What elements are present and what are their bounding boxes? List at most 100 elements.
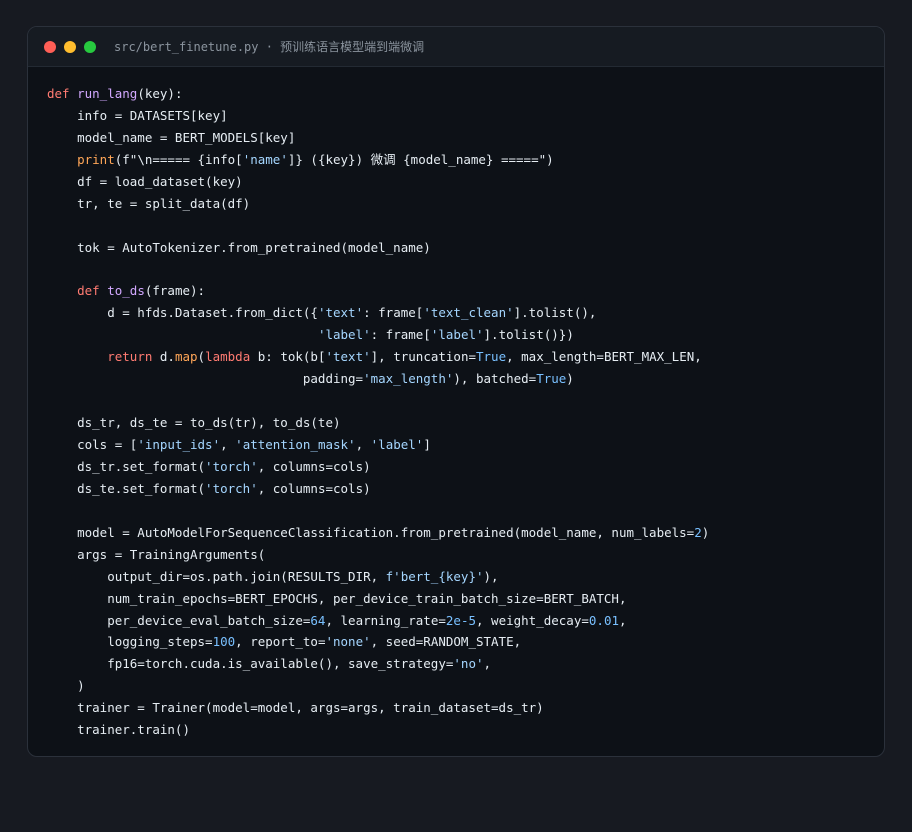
code-token: 'no'	[453, 656, 484, 672]
code-token: 'text'	[325, 349, 371, 365]
code-token: tok = AutoTokenizer.from_pretrained(mode…	[47, 239, 431, 255]
code-line: df = load_dataset(key)	[47, 171, 709, 193]
code-token: : frame[	[363, 305, 424, 321]
code-token: to_ds	[107, 283, 145, 299]
code-token: 0.01	[588, 612, 619, 628]
code-token: trainer.train()	[47, 722, 190, 738]
code-token: print	[77, 151, 115, 167]
code-token: def	[47, 86, 70, 101]
code-token: padding=	[47, 371, 364, 387]
code-line: ds_tr, ds_te = to_ds(tr), to_ds(te)	[47, 412, 709, 434]
code-line: return d.map(lambda b: tok(b['text'], tr…	[47, 346, 709, 368]
code-token: trainer = Trainer(model=model, args=args…	[47, 700, 544, 716]
code-line: args = TrainingArguments(	[47, 544, 709, 566]
window-controls	[44, 40, 96, 53]
code-token: True	[476, 349, 507, 365]
code-token: 'name'	[242, 151, 288, 167]
code-token: , columns=cols)	[257, 458, 371, 474]
code-line: num_train_epochs=BERT_EPOCHS, per_device…	[47, 588, 709, 610]
code-token: , report_to=	[235, 634, 326, 650]
code-window: src/bert_finetune.py · 预训练语言模型端到端微调 def …	[27, 26, 885, 757]
code-line: tr, te = split_data(df)	[47, 193, 709, 215]
code-line: def to_ds(frame):	[47, 280, 709, 302]
code-token: d = hfds.Dataset.from_dict({	[47, 305, 318, 321]
code-token: 2	[694, 524, 702, 540]
code-token: (	[197, 349, 206, 365]
code-token: (f"\n===== {info[	[114, 151, 243, 167]
code-token: d.	[152, 349, 175, 365]
code-token: ds_tr, ds_te = to_ds(tr), to_ds(te)	[47, 415, 341, 431]
code-token: return	[107, 349, 153, 365]
code-token: ),	[483, 568, 499, 584]
code-token: 'max_length'	[363, 371, 454, 387]
code-token: 'input_ids'	[137, 437, 221, 452]
code-line: model = AutoModelForSequenceClassificati…	[47, 522, 709, 544]
close-icon[interactable]	[44, 40, 56, 53]
code-token: ds_te.set_format(	[47, 480, 206, 496]
minimize-icon[interactable]	[64, 40, 76, 53]
code-token: , seed=RANDOM_STATE,	[370, 634, 522, 650]
code-token: ds_tr.set_format(	[47, 458, 206, 474]
code-line: fp16=torch.cuda.is_available(), save_str…	[47, 653, 709, 675]
code-token: 100	[212, 634, 236, 650]
code-token: 'text_clean'	[423, 305, 514, 321]
code-token: map	[174, 349, 198, 365]
code-token: 'attention_mask'	[235, 437, 356, 452]
code-token: args = TrainingArguments(	[47, 546, 266, 562]
code-token: ], truncation=	[370, 349, 476, 365]
code-token: logging_steps=	[47, 634, 213, 650]
code-token: True	[536, 371, 567, 387]
code-token: (key):	[137, 86, 183, 101]
code-token: , columns=cols)	[257, 480, 371, 496]
code-line: 'label': frame['label'].tolist()})	[47, 324, 709, 346]
code-line: output_dir=os.path.join(RESULTS_DIR, f'b…	[47, 566, 709, 588]
code-token: df = load_dataset(key)	[47, 173, 243, 189]
code-line: trainer = Trainer(model=model, args=args…	[47, 697, 709, 719]
code-token: ].tolist(),	[513, 305, 597, 321]
code-line: logging_steps=100, report_to='none', see…	[47, 631, 709, 653]
code-token: per_device_eval_batch_size=	[47, 612, 311, 628]
code-line: ds_tr.set_format('torch', columns=cols)	[47, 456, 709, 478]
code-token: 'torch'	[205, 458, 258, 474]
code-token: output_dir=os.path.join(RESULTS_DIR,	[47, 568, 386, 584]
code-line: padding='max_length'), batched=True)	[47, 368, 709, 390]
code-line: model_name = BERT_MODELS[key]	[47, 127, 709, 149]
code-token: 'label'	[430, 327, 484, 343]
code-line: d = hfds.Dataset.from_dict({'text': fram…	[47, 302, 709, 324]
code-token: lambda	[205, 349, 251, 365]
code-block[interactable]: def run_lang(key): info = DATASETS[key] …	[47, 83, 709, 741]
code-token: 'none'	[325, 634, 371, 650]
code-token: 2e-5	[445, 612, 476, 628]
code-token: 64	[310, 612, 326, 628]
code-token: ].tolist()})	[483, 327, 574, 343]
code-token: ,	[355, 437, 371, 452]
code-line: info = DATASETS[key]	[47, 105, 709, 127]
code-line: def run_lang(key):	[47, 83, 709, 105]
code-token: , weight_decay=	[476, 612, 589, 628]
code-token: ,	[220, 437, 236, 452]
code-token: b: tok(b[	[250, 349, 326, 365]
code-token: num_train_epochs=BERT_EPOCHS, per_device…	[47, 590, 627, 606]
code-token: tr, te = split_data(df)	[47, 195, 251, 211]
code-token: fp16=torch.cuda.is_available(), save_str…	[47, 656, 454, 672]
code-line: per_device_eval_batch_size=64, learning_…	[47, 610, 709, 632]
code-token: ,	[483, 656, 492, 672]
code-token: 'torch'	[205, 480, 258, 496]
code-token: )	[566, 371, 574, 387]
maximize-icon[interactable]	[84, 40, 96, 53]
code-token: ), batched=	[453, 371, 537, 387]
code-line: tok = AutoTokenizer.from_pretrained(mode…	[47, 237, 709, 259]
code-line: )	[47, 675, 709, 697]
code-token: 'label'	[317, 327, 371, 343]
code-token: )	[47, 678, 85, 694]
window-titlebar: src/bert_finetune.py · 预训练语言模型端到端微调	[28, 27, 884, 67]
code-token: f'bert_{key}'	[385, 568, 484, 584]
